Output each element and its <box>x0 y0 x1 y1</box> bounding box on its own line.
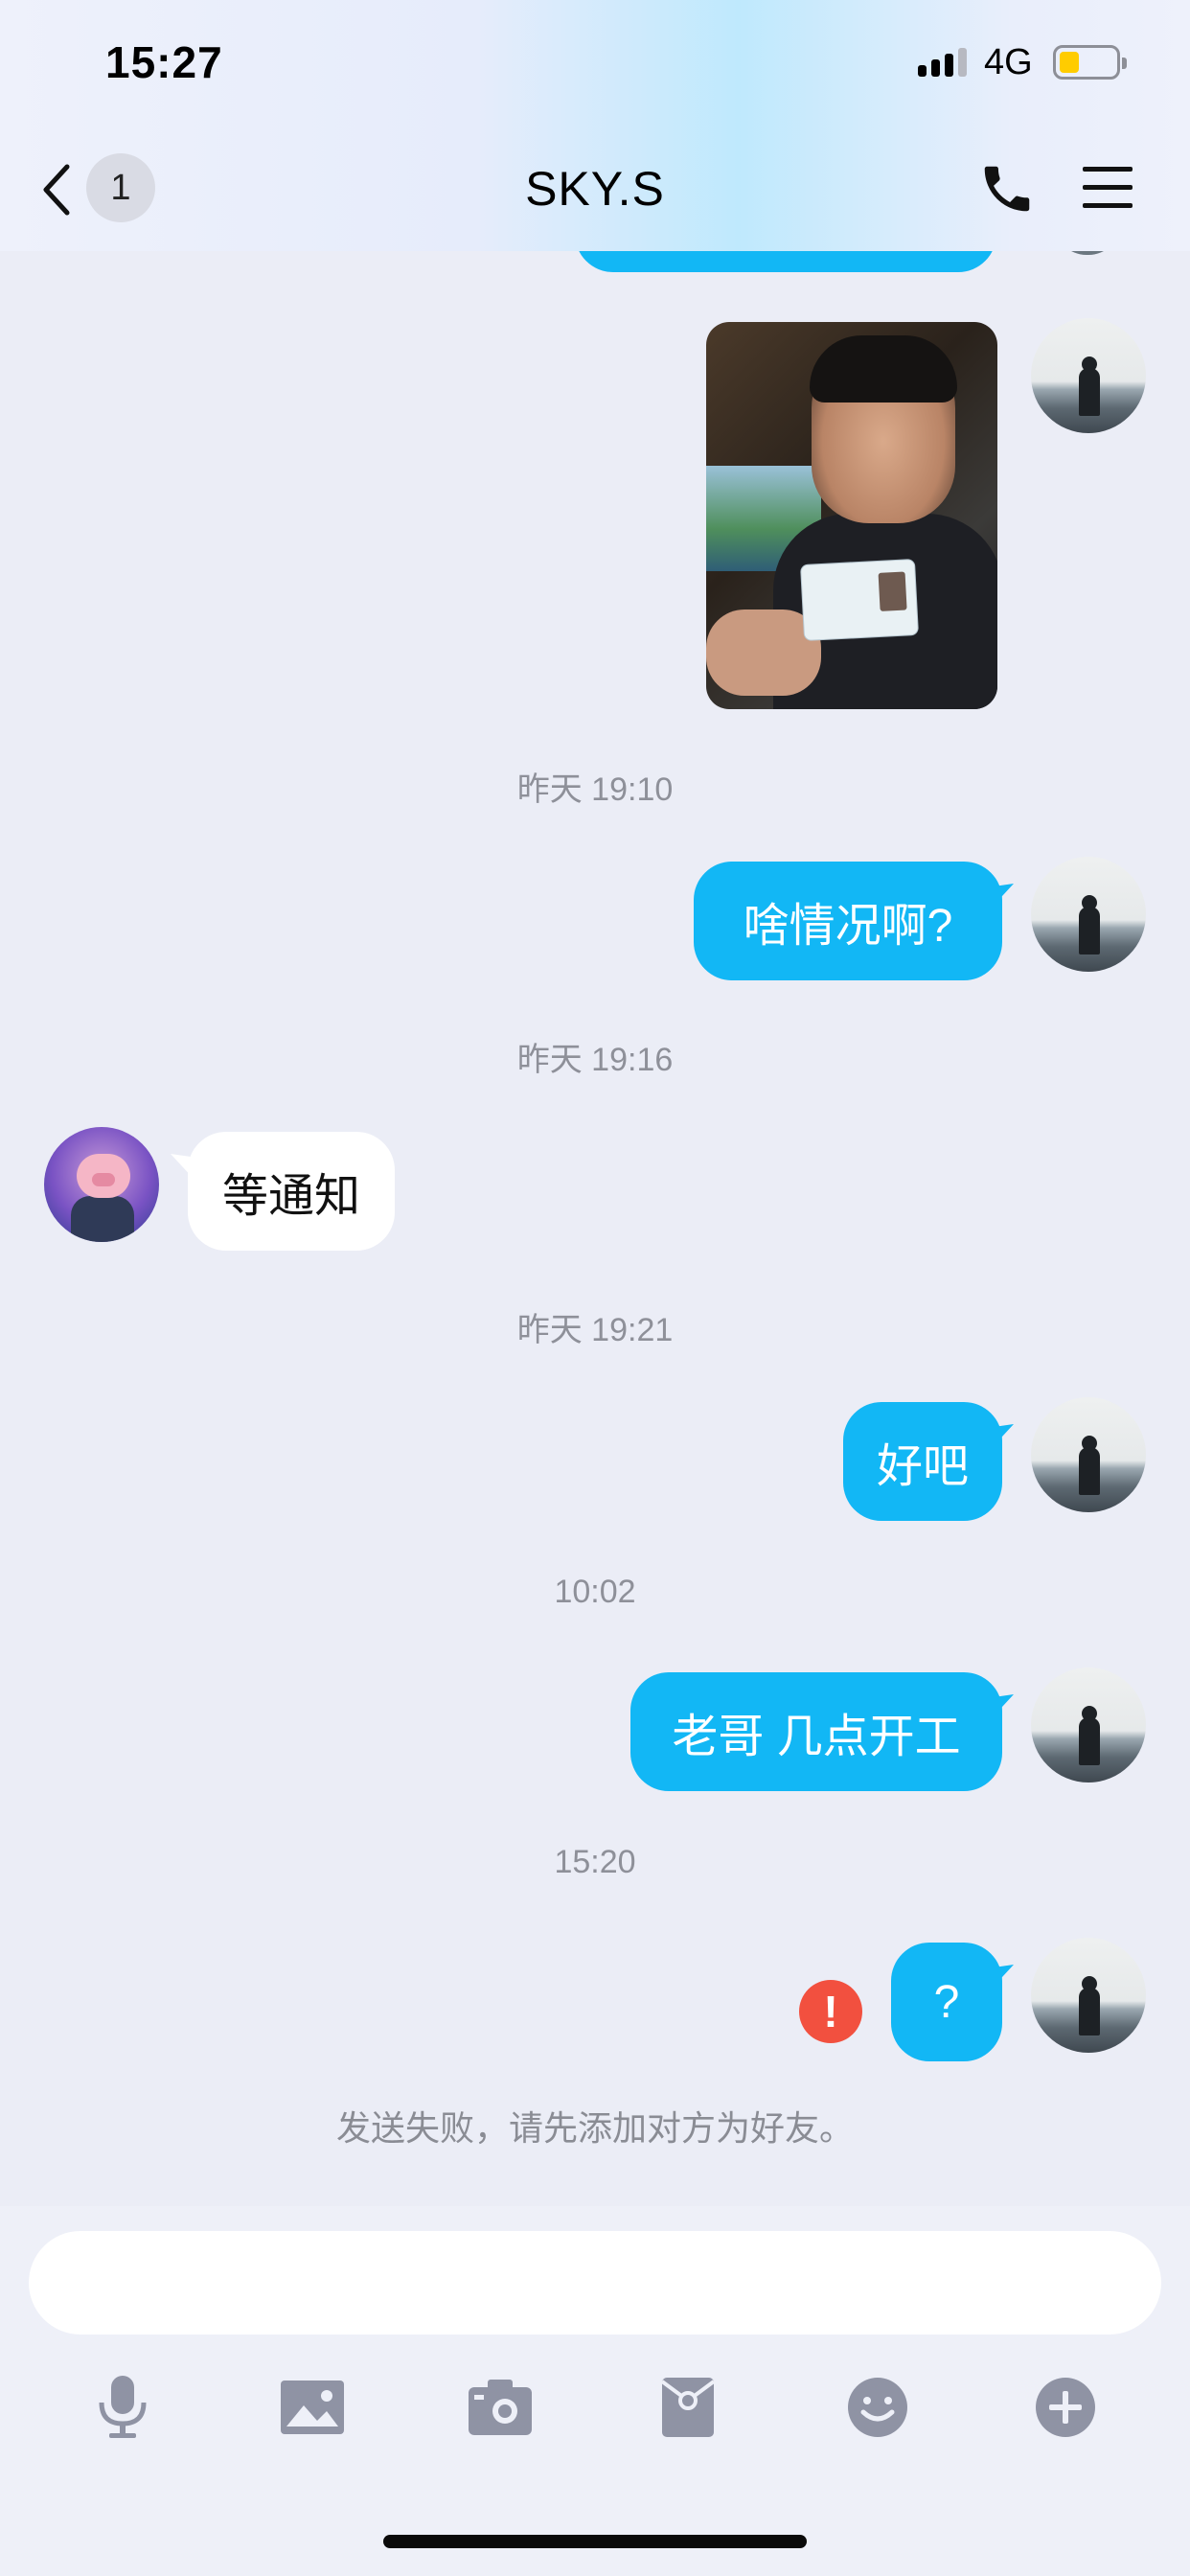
status-time: 15:27 <box>105 37 223 87</box>
menu-icon[interactable] <box>1079 161 1136 215</box>
emoji-icon[interactable] <box>839 2369 916 2446</box>
mic-icon[interactable] <box>84 2369 161 2446</box>
bubble-tail <box>987 1424 1014 1449</box>
home-indicator[interactable] <box>383 2535 807 2548</box>
red-packet-icon[interactable] <box>650 2369 726 2446</box>
timestamp: 15:20 <box>554 1844 636 1880</box>
my-avatar[interactable] <box>1031 1938 1146 2053</box>
outgoing-message[interactable]: 老哥 几点开工 <box>630 1672 1002 1791</box>
timestamp: 昨天 19:10 <box>516 771 674 808</box>
battery-icon <box>1053 45 1127 80</box>
send-failed-icon[interactable]: ! <box>799 1980 862 2043</box>
camera-icon[interactable] <box>462 2369 538 2446</box>
timestamp: 10:02 <box>554 1574 636 1610</box>
contact-avatar[interactable] <box>44 1127 159 1242</box>
my-avatar[interactable] <box>1031 318 1146 433</box>
plus-icon[interactable] <box>1027 2369 1104 2446</box>
my-avatar[interactable] <box>1031 857 1146 972</box>
timestamp: 昨天 19:16 <box>516 1042 674 1078</box>
phone-icon[interactable] <box>977 159 1037 218</box>
my-avatar[interactable] <box>1031 1397 1146 1512</box>
image-message[interactable] <box>706 322 997 709</box>
composer-toolbar <box>0 2369 1190 2474</box>
top-bar: 15:27 4G 1 SKY.S <box>0 0 1190 251</box>
outgoing-message[interactable]: 好吧 <box>843 1402 1002 1521</box>
bubble-tail <box>987 1694 1014 1719</box>
incoming-message[interactable]: 等通知 <box>188 1132 395 1251</box>
outgoing-message[interactable]: 啥情况啊? <box>694 862 1002 980</box>
network-type: 4G <box>984 42 1033 82</box>
outgoing-message[interactable]: ? <box>891 1943 1002 2061</box>
send-failed-notice: 发送失败，请先添加对方为好友。 <box>335 2108 854 2148</box>
composer <box>0 2206 1190 2576</box>
timestamp: 昨天 19:21 <box>516 1312 674 1348</box>
bubble-tail <box>987 1965 1014 1990</box>
my-avatar[interactable] <box>1031 1668 1146 1782</box>
image-icon[interactable] <box>274 2369 351 2446</box>
signal-icon <box>918 48 967 77</box>
chat-area[interactable]: 昨天 19:10 啥情况啊? 昨天 19:16 等通知 昨天 19:21 好吧 … <box>0 213 1190 2196</box>
message-input[interactable] <box>29 2231 1161 2334</box>
bubble-tail <box>987 884 1014 908</box>
